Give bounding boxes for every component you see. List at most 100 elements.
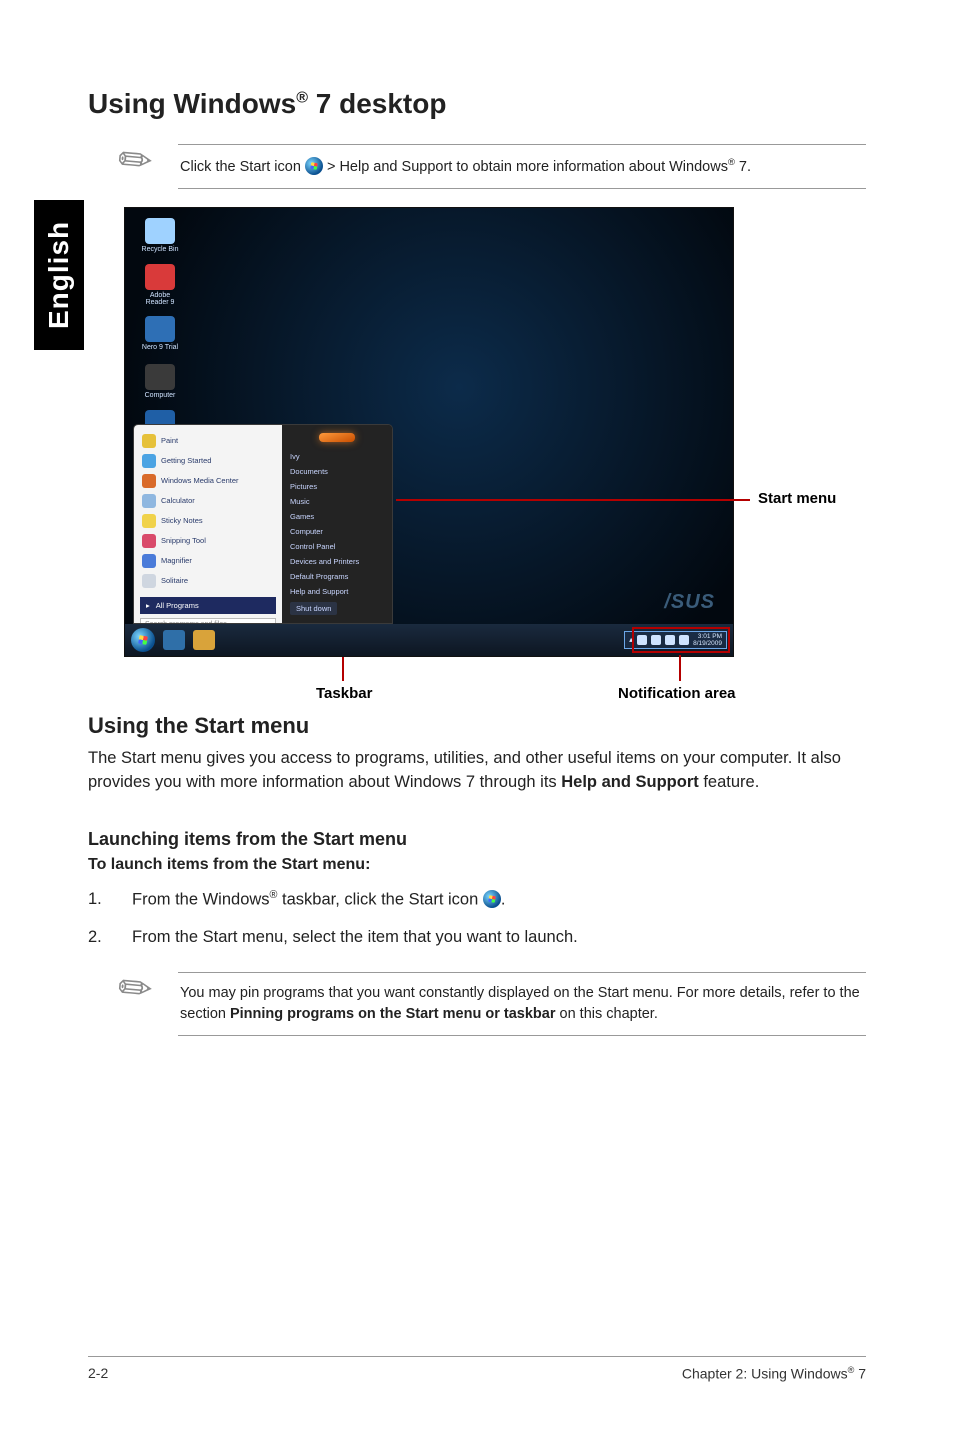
- note1-c: 7.: [735, 159, 751, 175]
- start-icon-inline: [483, 890, 501, 908]
- page-footer: 2-2 Chapter 2: Using Windows® 7: [88, 1356, 866, 1382]
- s1b: taskbar, click the Start icon: [277, 890, 482, 908]
- recyclebin-icon: [145, 218, 175, 244]
- desktop-icon-computer: Computer: [139, 364, 181, 399]
- wmc-icon: [142, 474, 156, 488]
- sm-item-calculator: Calculator: [140, 491, 276, 511]
- subsection-heading: Launching items from the Start menu: [88, 829, 866, 850]
- di-label-0: Recycle Bin: [142, 246, 179, 253]
- desktop-icon-recyclebin: Recycle Bin: [139, 218, 181, 253]
- sm-item-magnifier: Magnifier: [140, 551, 276, 571]
- start-menu-left: Paint Getting Started Windows Media Cent…: [134, 425, 282, 623]
- note2-text: You may pin programs that you want const…: [178, 972, 866, 1036]
- start-button: [131, 628, 155, 652]
- di-label-2: Nero 9 Trial: [142, 344, 178, 351]
- step2-text: From the Start menu, select the item tha…: [132, 926, 578, 950]
- ie-icon: [163, 630, 185, 650]
- section-heading-start-menu: Using the Start menu: [88, 713, 866, 739]
- di-label-1: Adobe Reader 9: [146, 292, 175, 306]
- note1-a: Click the Start icon: [180, 159, 305, 175]
- nero-icon: [145, 316, 175, 342]
- callout-taskbar: Taskbar: [316, 685, 372, 702]
- title-text-a: Using Windows: [88, 88, 296, 119]
- language-tab: English: [34, 200, 84, 350]
- sm-item-solitaire: Solitaire: [140, 571, 276, 591]
- start-icon: [305, 157, 323, 175]
- sml-3: Calculator: [161, 496, 195, 505]
- sml-5: Snipping Tool: [161, 536, 206, 545]
- smr-5: Computer: [290, 527, 384, 536]
- explorer-icon: [193, 630, 215, 650]
- callout-notification: Notification area: [618, 685, 736, 702]
- callout-line-taskbar: [342, 657, 344, 681]
- note-text: Click the Start icon > Help and Support …: [178, 144, 866, 189]
- magnifier-icon: [142, 554, 156, 568]
- callout-box-tray: [632, 627, 730, 653]
- adobe-icon: [145, 264, 175, 290]
- desktop-icon-nero: Nero 9 Trial: [139, 316, 181, 351]
- note-pinning: ✎ You may pin programs that you want con…: [112, 972, 866, 1036]
- note1-b: > Help and Support to obtain more inform…: [323, 159, 728, 175]
- triangle-icon: ▸: [146, 601, 150, 610]
- calculator-icon: [142, 494, 156, 508]
- smr-0: Ivy: [290, 452, 384, 461]
- fr-b: 7: [854, 1366, 866, 1382]
- sml-7: Solitaire: [161, 576, 188, 585]
- sml-2: Windows Media Center: [161, 476, 239, 485]
- sml-1: Getting Started: [161, 456, 211, 465]
- shutdown-button-label: Shut down: [290, 602, 337, 615]
- asus-logo: /SUS: [664, 591, 715, 614]
- footer-chapter: Chapter 2: Using Windows® 7: [682, 1365, 866, 1382]
- smr-4: Games: [290, 512, 384, 521]
- pencil-icon: ✎: [103, 956, 169, 1022]
- smr-6: Control Panel: [290, 542, 384, 551]
- smr-2: Pictures: [290, 482, 384, 491]
- snip-icon: [142, 534, 156, 548]
- step-2: 2. From the Start menu, select the item …: [88, 926, 866, 950]
- step-1: 1. From the Windows® taskbar, click the …: [88, 888, 866, 912]
- title-registered: ®: [296, 90, 308, 107]
- p1-bold: Help and Support: [561, 773, 699, 791]
- sm-item-sticky: Sticky Notes: [140, 511, 276, 531]
- sm-item-wmc: Windows Media Center: [140, 471, 276, 491]
- step1-num: 1.: [88, 888, 104, 912]
- sml-4: Sticky Notes: [161, 516, 203, 525]
- start-menu: Paint Getting Started Windows Media Cent…: [133, 424, 393, 624]
- all-programs: ▸ All Programs: [140, 597, 276, 614]
- callout-line-startmenu: [396, 499, 750, 501]
- title-text-b: 7 desktop: [308, 88, 446, 119]
- note1-sup: ®: [728, 156, 735, 167]
- solitaire-icon: [142, 574, 156, 588]
- sm-item-paint: Paint: [140, 431, 276, 451]
- s1c: .: [501, 890, 506, 908]
- di-label-3: Computer: [145, 392, 176, 399]
- allprog-label: All Programs: [156, 601, 199, 610]
- n2bold: Pinning programs on the Start menu or ta…: [230, 1006, 556, 1022]
- user-avatar: [319, 433, 355, 442]
- p1-b: feature.: [699, 773, 760, 791]
- section-body: The Start menu gives you access to progr…: [88, 747, 866, 795]
- note-help-support: ✎ Click the Start icon > Help and Suppor…: [112, 144, 866, 189]
- sml-6: Magnifier: [161, 556, 192, 565]
- computer-icon: [145, 364, 175, 390]
- sml-0: Paint: [161, 436, 178, 445]
- callout-line-notification: [679, 655, 681, 681]
- callout-startmenu: Start menu: [758, 490, 836, 507]
- paint-icon: [142, 434, 156, 448]
- screenshot-container: Recycle Bin Adobe Reader 9 Nero 9 Trial …: [124, 207, 870, 657]
- smr-7: Devices and Printers: [290, 557, 384, 566]
- sm-item-getting-started: Getting Started: [140, 451, 276, 471]
- page-title: Using Windows® 7 desktop: [88, 88, 866, 120]
- steps-list: 1. From the Windows® taskbar, click the …: [88, 888, 866, 950]
- desktop-icon-adobe: Adobe Reader 9: [139, 264, 181, 306]
- getting-started-icon: [142, 454, 156, 468]
- smr-1: Documents: [290, 467, 384, 476]
- start-menu-right: Ivy Documents Pictures Music Games Compu…: [282, 425, 392, 623]
- sticky-icon: [142, 514, 156, 528]
- pencil-icon: ✎: [103, 128, 169, 194]
- windows7-desktop-screenshot: Recycle Bin Adobe Reader 9 Nero 9 Trial …: [124, 207, 734, 657]
- step2-num: 2.: [88, 926, 104, 950]
- smr-9: Help and Support: [290, 587, 384, 596]
- procedure-heading: To launch items from the Start menu:: [88, 856, 866, 874]
- sm-item-snip: Snipping Tool: [140, 531, 276, 551]
